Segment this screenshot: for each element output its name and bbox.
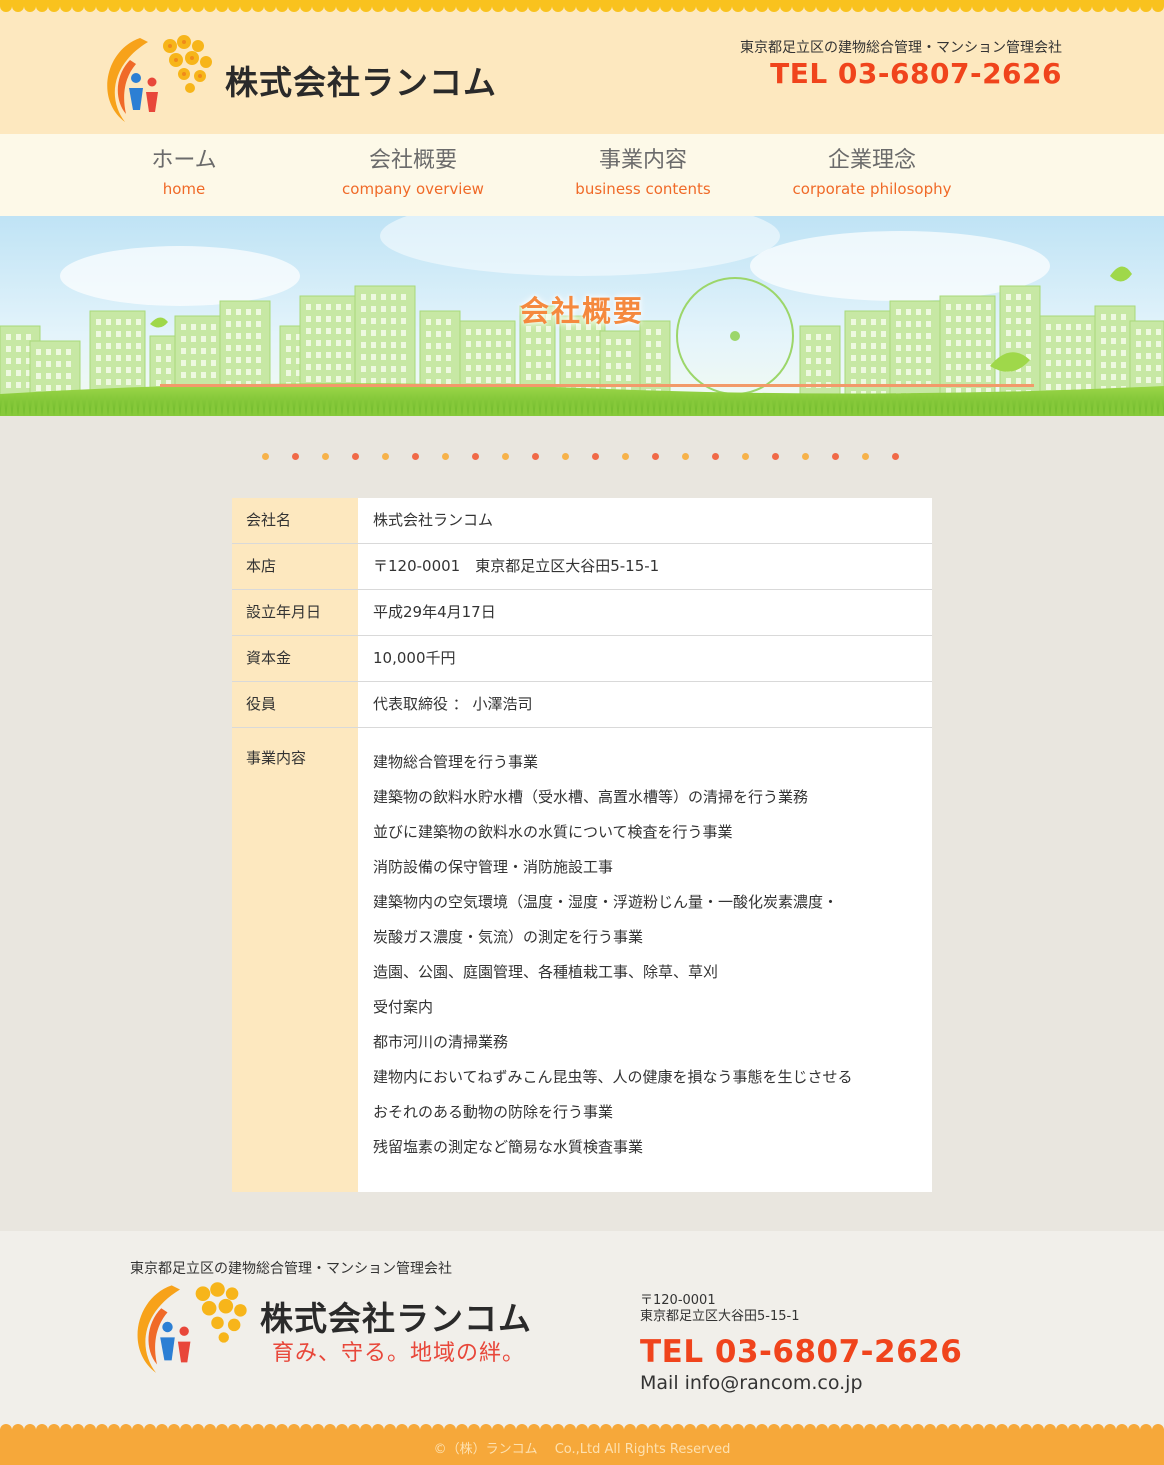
business-item: 受付案内	[373, 998, 434, 1016]
site-header: 株式会社ランコム 東京都足立区の建物総合管理・マンション管理会社 TEL 03-…	[0, 0, 1164, 134]
divider-dot	[832, 453, 839, 460]
divider-dot	[502, 453, 509, 460]
nav-item-label-jp: 企業理念	[827, 148, 916, 173]
divider-dot	[352, 453, 359, 460]
business-list: 建物総合管理を行う事業 建築物の飲料水貯水槽（受水槽、高置水槽等）の清掃を行う業…	[358, 728, 932, 1192]
row-label: 事業内容	[232, 728, 358, 1192]
divider-dot	[472, 453, 479, 460]
row-label: 資本金	[232, 636, 358, 681]
nav-item-label-en: home	[162, 180, 206, 198]
table-row-business: 事業内容 建物総合管理を行う事業 建築物の飲料水貯水槽（受水槽、高置水槽等）の清…	[232, 728, 932, 1192]
divider-dot	[892, 453, 899, 460]
divider-dot	[262, 453, 269, 460]
footer-company-logo[interactable]: 株式会社ランコム 育み、守る。地域の絆。	[130, 1277, 550, 1377]
row-value: 平成29年4月17日	[373, 603, 496, 621]
company-info-table: 会社名 株式会社ランコム 本店 〒120-0001 東京都足立区大谷田5-15-…	[232, 498, 932, 1192]
table-row: 本店 〒120-0001 東京都足立区大谷田5-15-1	[232, 544, 932, 590]
nav-item-business-contents[interactable]: 事業内容 business contents	[523, 146, 763, 202]
divider-dot	[592, 453, 599, 460]
divider-dot	[712, 453, 719, 460]
nav-item-corporate-philosophy[interactable]: 企業理念 corporate philosophy	[752, 146, 992, 202]
business-item: 消防設備の保守管理・消防施設工事	[373, 858, 614, 876]
table-row: 設立年月日 平成29年4月17日	[232, 590, 932, 636]
footer-address: 東京都足立区大谷田5-15-1	[640, 1309, 800, 1324]
footer-mail[interactable]: Mail info@rancom.co.jp	[640, 1372, 863, 1394]
header-tagline: 東京都足立区の建物総合管理・マンション管理会社	[740, 40, 1062, 56]
company-logo[interactable]: 株式会社ランコム	[100, 30, 500, 126]
footer-tagline: 東京都足立区の建物総合管理・マンション管理会社	[130, 1261, 452, 1277]
business-item: 並びに建築物の飲料水の水質について検査を行う事業	[373, 823, 733, 841]
business-item: 建物内においてねずみこん昆虫等、人の健康を損なう事態を生じさせる	[373, 1068, 853, 1086]
table-row: 会社名 株式会社ランコム	[232, 498, 932, 544]
business-item: 都市河川の清掃業務	[373, 1033, 509, 1051]
footer-slogan: 育み、守る。地域の絆。	[272, 1341, 526, 1366]
divider-dot	[442, 453, 449, 460]
divider-dot	[562, 453, 569, 460]
row-value: 10,000千円	[373, 649, 456, 667]
page-banner: 会社概要	[0, 216, 1164, 416]
footer-wave-border	[0, 1418, 1164, 1430]
logo-mark-icon	[107, 35, 212, 122]
business-item: 造園、公園、庭園管理、各種植栽工事、除草、草刈	[373, 963, 719, 981]
row-label: 役員	[232, 682, 358, 727]
logo-mark-icon	[137, 1282, 247, 1373]
divider-dot	[862, 453, 869, 460]
row-value: 〒120-0001 東京都足立区大谷田5-15-1	[373, 557, 660, 575]
nav-item-label-en: business contents	[575, 180, 711, 198]
divider-dot	[322, 453, 329, 460]
header-wave-border	[0, 0, 1164, 12]
row-value: 代表取締役 ： 小澤浩司	[373, 695, 533, 713]
table-row: 資本金 10,000千円	[232, 636, 932, 682]
divider-dot	[292, 453, 299, 460]
row-label: 本店	[232, 544, 358, 589]
table-row: 役員 代表取締役 ： 小澤浩司	[232, 682, 932, 728]
row-label: 会社名	[232, 498, 358, 543]
nav-item-company-overview[interactable]: 会社概要 company overview	[293, 146, 533, 202]
header-phone[interactable]: TEL 03-6807-2626	[770, 57, 1062, 90]
row-label: 設立年月日	[232, 590, 358, 635]
nav-item-label-en: company overview	[342, 180, 484, 198]
nav-item-label-en: corporate philosophy	[792, 180, 952, 198]
footer-company-name: 株式会社ランコム	[260, 1299, 532, 1338]
business-item: 建築物内の空気環境（温度・湿度・浮遊粉じん量・一酸化炭素濃度・	[373, 893, 839, 911]
business-item: 建築物の飲料水貯水槽（受水槽、高置水槽等）の清掃を行う業務	[373, 788, 809, 806]
business-item: 炭酸ガス濃度・気流）の測定を行う事業	[373, 928, 644, 946]
business-item: 残留塩素の測定など簡易な水質検査事業	[373, 1138, 644, 1156]
nav-item-label-jp: 会社概要	[368, 148, 457, 173]
divider-dot	[802, 453, 809, 460]
row-value: 株式会社ランコム	[373, 511, 494, 529]
copyright-text: ©（株）ランコム Co.,Ltd All Rights Reserved	[433, 1442, 731, 1457]
dot-divider	[262, 453, 902, 463]
divider-dot	[532, 453, 539, 460]
divider-dot	[682, 453, 689, 460]
page-title: 会社概要	[519, 294, 644, 328]
business-item: おそれのある動物の防除を行う事業	[373, 1103, 614, 1121]
banner-underline	[160, 384, 1034, 387]
divider-dot	[772, 453, 779, 460]
global-nav: ホーム home 会社概要 company overview 事業内容 busi…	[0, 134, 1164, 216]
business-item: 建物総合管理を行う事業	[373, 753, 539, 771]
divider-dot	[742, 453, 749, 460]
nav-item-label-jp: ホーム	[151, 148, 217, 173]
footer-phone[interactable]: TEL 03-6807-2626	[640, 1334, 962, 1370]
divider-dot	[652, 453, 659, 460]
nav-item-label-jp: 事業内容	[598, 148, 687, 173]
nav-item-home[interactable]: ホーム home	[64, 146, 304, 202]
header-company-name: 株式会社ランコム	[225, 63, 497, 102]
divider-dot	[412, 453, 419, 460]
divider-dot	[382, 453, 389, 460]
copyright-bar: ©（株）ランコム Co.,Ltd All Rights Reserved	[0, 1418, 1164, 1465]
divider-dot	[622, 453, 629, 460]
